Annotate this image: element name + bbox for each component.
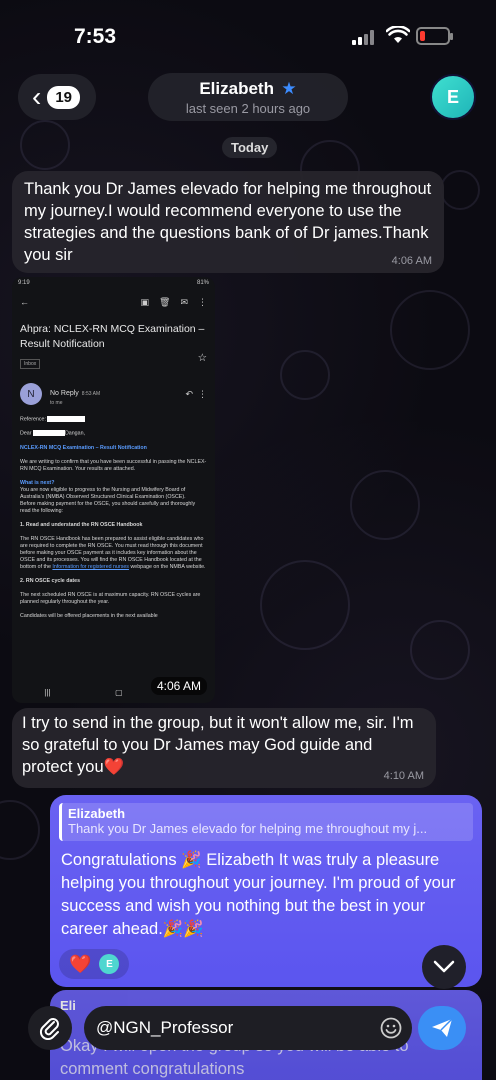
recents-icon: ||| <box>44 688 51 697</box>
send-icon <box>432 1018 453 1037</box>
last-seen-status: last seen 2 hours ago <box>185 101 311 116</box>
photo-message[interactable]: 9:19 81% ← ▣ 🗑 ✉ ⋮ Ahpra: NCLEX-RN MCQ E… <box>12 277 215 703</box>
reactor-avatar: E <box>99 954 120 974</box>
email-subject-text: Ahpra: NCLEX-RN MCQ Examination – Result… <box>20 323 205 350</box>
home-icon: ▢ <box>115 688 123 697</box>
message-time: 4:06 AM <box>391 255 432 267</box>
email-actions: ▣ 🗑 ✉ ⋮ <box>140 297 207 308</box>
attach-button[interactable] <box>28 1006 72 1050</box>
email-list-item: 1. Read and understand the RN OSCE Handb… <box>20 521 143 528</box>
sender-avatar: N <box>20 383 42 405</box>
reply-author: Elizabeth <box>68 806 126 821</box>
reply-snippet: Thank you Dr James elevado for helping m… <box>68 821 428 836</box>
star-outline-icon: ☆ <box>197 352 207 364</box>
chevron-down-icon <box>433 960 455 973</box>
verified-star-icon: ★ <box>281 79 297 98</box>
dear-suffix: Dangan, <box>64 430 85 437</box>
message-time: 4:10 AM <box>383 770 424 782</box>
email-paragraph: You are now eligible to progress to the … <box>20 486 186 500</box>
battery-icon <box>416 27 453 45</box>
dear-label: Dear <box>20 430 32 437</box>
trash-icon: 🗑 <box>158 297 171 307</box>
more-icon: ⋮ <box>198 297 207 307</box>
reaction-badge[interactable]: ❤️ E <box>59 949 129 979</box>
status-time: 7:53 <box>74 25 117 48</box>
back-arrow-icon: ← <box>20 297 29 307</box>
incoming-message[interactable]: Thank you Dr James elevado for helping m… <box>12 171 444 273</box>
reference-label: Reference: <box>20 416 46 423</box>
email-heading: NCLEX-RN MCQ Examination – Result Notifi… <box>20 444 147 451</box>
email-subject: Ahpra: NCLEX-RN MCQ Examination – Result… <box>12 308 215 364</box>
message-time: 4:06 AM <box>150 677 207 695</box>
email-paragraph-tail: webpage on the NMBA website. <box>130 563 206 570</box>
reply-quote[interactable]: Elizabeth Thank you Dr James elevado for… <box>59 803 473 841</box>
paperclip-icon <box>39 1018 59 1040</box>
email-body: Reference: Dear Dangan, NCLEX-RN MCQ Exa… <box>12 406 215 620</box>
contact-info[interactable]: Elizabeth ★ last seen 2 hours ago <box>148 73 348 121</box>
email-paragraph: Before making payment for the OSCE, you … <box>20 500 196 514</box>
email-paragraph: Candidates will be offered placements in… <box>20 612 158 619</box>
email-link: Information for registered nurses <box>52 563 129 570</box>
email-list-item: 2. RN OSCE cycle dates <box>20 577 81 584</box>
recipient: to me <box>50 400 63 406</box>
reply-icon: ↶ ⋮ <box>185 388 207 399</box>
message-text: Congratulations 🎉 Elizabeth It was truly… <box>61 851 456 938</box>
message-input-value: @NGN_Professor <box>96 1018 234 1037</box>
cellular-signal-icon <box>352 29 378 45</box>
message-input[interactable]: @NGN_Professor <box>84 1006 412 1050</box>
archive-icon: ▣ <box>140 297 149 307</box>
contact-name: Elizabeth <box>199 79 274 98</box>
email-sender: N No Reply 8:53 AM to me ↶ ⋮ <box>12 370 215 406</box>
message-text: I try to send in the group, but it won't… <box>22 714 414 776</box>
redacted-block <box>32 430 65 437</box>
screenshot-status-bar: 9:19 81% <box>12 277 215 289</box>
whats-next-heading: What is next? <box>20 479 55 486</box>
wifi-icon <box>386 26 410 43</box>
message-composer: @NGN_Professor <box>0 1002 496 1080</box>
screenshot-time: 9:19 <box>18 280 30 286</box>
message-text: Thank you Dr James elevado for helping m… <box>24 180 432 264</box>
chevron-left-icon: ‹ <box>32 81 42 112</box>
back-button[interactable]: ‹ 19 <box>18 74 96 120</box>
heart-reaction-icon: ❤️ <box>69 954 92 974</box>
sender-time: 8:53 AM <box>81 391 101 397</box>
scroll-down-button[interactable] <box>422 945 466 989</box>
contact-avatar[interactable]: E <box>430 74 476 120</box>
mail-icon: ✉ <box>180 297 188 307</box>
incoming-message[interactable]: I try to send in the group, but it won't… <box>12 708 436 788</box>
unread-count-badge: 19 <box>47 85 81 109</box>
emoji-icon[interactable] <box>380 1017 402 1039</box>
outgoing-message[interactable]: Elizabeth Thank you Dr James elevado for… <box>50 795 482 987</box>
status-bar: 7:53 <box>0 0 496 70</box>
email-toolbar: ← ▣ 🗑 ✉ ⋮ <box>12 289 215 308</box>
sender-name: No Reply <box>50 390 79 397</box>
redacted-block <box>47 416 86 422</box>
date-divider: Today <box>222 137 278 158</box>
inbox-label: Inbox <box>20 359 41 369</box>
send-button[interactable] <box>418 1006 466 1050</box>
email-paragraph: We are writing to confirm that you have … <box>20 458 207 472</box>
email-paragraph: The next scheduled RN OSCE is at maximum… <box>20 591 201 605</box>
screenshot-battery: 81% <box>196 280 209 286</box>
